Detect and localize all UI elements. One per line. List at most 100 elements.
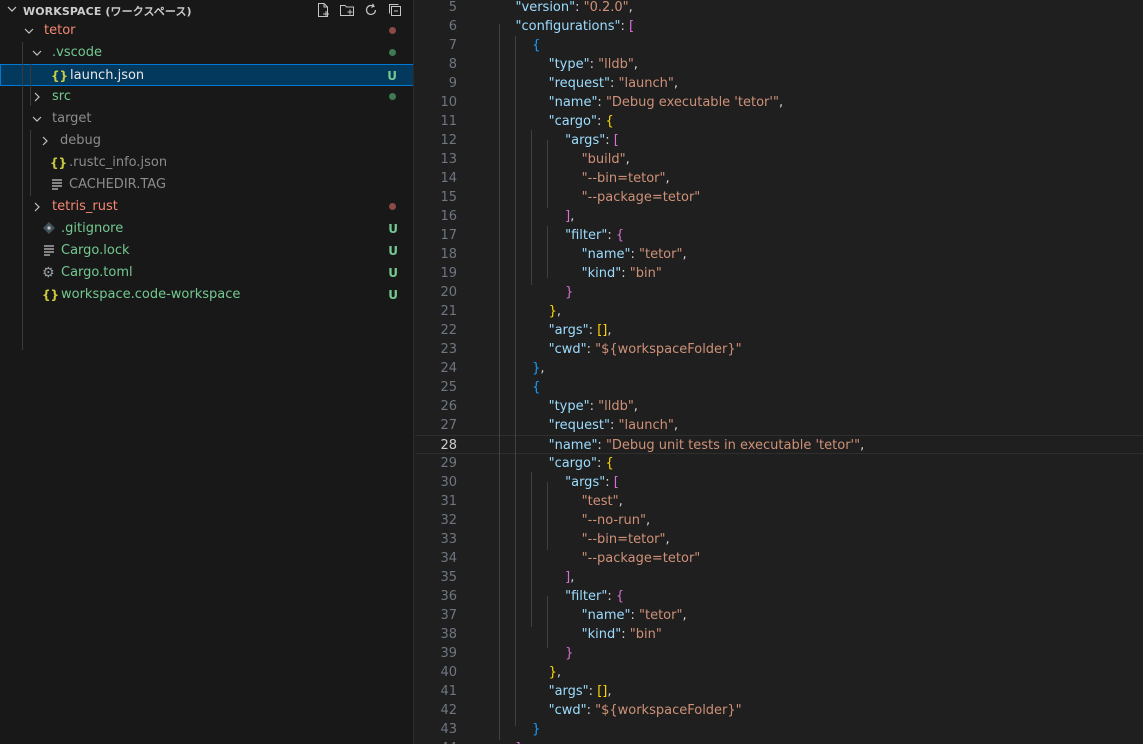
code-text: }, — [532, 361, 545, 376]
tree-item-label: tetor — [44, 23, 76, 38]
code-text: "--no-run", — [581, 513, 651, 528]
chevron-down-icon[interactable] — [6, 3, 18, 19]
code-line[interactable]: 6 "configurations": [ — [415, 17, 1143, 36]
folder-item[interactable]: target — [0, 108, 413, 130]
code-line[interactable]: 36 "filter": { — [415, 587, 1143, 606]
code-line[interactable]: 20 } — [415, 283, 1143, 302]
code-editor[interactable]: 5 "version": "0.2.0", 6 "configurations":… — [415, 0, 1143, 744]
tree-item-label: src — [52, 89, 71, 104]
collapse-all-icon[interactable] — [386, 1, 404, 19]
indent-guide — [531, 472, 532, 627]
new-folder-icon[interactable] — [338, 1, 356, 19]
explorer-header[interactable]: WORKSPACE (ワークスペース) — [0, 0, 413, 20]
folder-item[interactable]: debug — [0, 130, 413, 152]
code-line[interactable]: 14 "--bin=tetor", — [415, 169, 1143, 188]
folder-item[interactable]: src — [0, 86, 413, 108]
code-line[interactable]: 19 "kind": "bin" — [415, 264, 1143, 283]
code-line[interactable]: 26 "type": "lldb", — [415, 397, 1143, 416]
code-line[interactable]: 17 "filter": { — [415, 226, 1143, 245]
file-item[interactable]: Cargo.lock U — [0, 240, 413, 262]
chevron-right-icon[interactable] — [30, 200, 44, 214]
code-line[interactable]: 38 "kind": "bin" — [415, 625, 1143, 644]
git-file-icon — [42, 221, 56, 237]
line-number: 16 — [440, 209, 457, 224]
new-file-icon[interactable] — [314, 1, 332, 19]
file-item[interactable]: {} launch.json U — [0, 64, 413, 86]
code-line[interactable]: 15 "--package=tetor" — [415, 188, 1143, 207]
chevron-down-icon[interactable] — [22, 24, 36, 38]
code-text: "--bin=tetor", — [581, 532, 670, 547]
chevron-right-icon[interactable] — [38, 134, 52, 148]
code-line[interactable]: 22 "args": [], — [415, 321, 1143, 340]
line-number: 21 — [440, 304, 457, 319]
code-text: "build", — [581, 152, 630, 167]
code-line[interactable]: 27 "request": "launch", — [415, 416, 1143, 435]
code-line[interactable]: 31 "test", — [415, 492, 1143, 511]
code-line[interactable]: 42 "cwd": "${workspaceFolder}" — [415, 701, 1143, 720]
file-item[interactable]: CACHEDIR.TAG — [0, 174, 413, 196]
code-line[interactable]: 12 "args": [ — [415, 131, 1143, 150]
explorer-actions — [314, 1, 404, 19]
code-line[interactable]: 5 "version": "0.2.0", — [415, 0, 1143, 17]
code-line[interactable]: 43 } — [415, 720, 1143, 739]
code-line[interactable]: 30 "args": [ — [415, 473, 1143, 492]
code-line[interactable]: 33 "--bin=tetor", — [415, 530, 1143, 549]
code-text: } — [532, 722, 541, 737]
code-line[interactable]: 37 "name": "tetor", — [415, 606, 1143, 625]
folder-item[interactable]: tetris_rust — [0, 196, 413, 218]
file-item[interactable]: .gitignore U — [0, 218, 413, 240]
code-line[interactable]: 41 "args": [], — [415, 682, 1143, 701]
folder-item[interactable]: tetor — [0, 20, 413, 42]
code-text: "cargo": { — [548, 456, 614, 471]
code-line[interactable]: 39 } — [415, 644, 1143, 663]
gear-icon: ⚙ — [42, 265, 55, 281]
code-line[interactable]: 11 "cargo": { — [415, 112, 1143, 131]
file-item[interactable]: {} workspace.code-workspace U — [0, 284, 413, 306]
code-line[interactable]: 16 ], — [415, 207, 1143, 226]
tree-item-label: CACHEDIR.TAG — [69, 177, 167, 192]
json-file-icon: {} — [42, 288, 60, 302]
code-line[interactable]: 23 "cwd": "${workspaceFolder}" — [415, 340, 1143, 359]
line-number: 18 — [440, 247, 457, 262]
indent-guide — [515, 36, 516, 378]
code-text: "--package=tetor" — [581, 551, 701, 566]
chevron-right-icon[interactable] — [30, 90, 44, 104]
code-text: { — [532, 380, 541, 395]
code-line[interactable]: 10 "name": "Debug executable 'tetor'", — [415, 93, 1143, 112]
code-line[interactable]: 35 ], — [415, 568, 1143, 587]
refresh-icon[interactable] — [362, 1, 380, 19]
code-line[interactable]: 25 { — [415, 378, 1143, 397]
file-item[interactable]: {} .rustc_info.json — [0, 152, 413, 174]
line-number: 11 — [440, 114, 457, 129]
code-line[interactable]: 28 "name": "Debug unit tests in executab… — [415, 435, 1143, 454]
chevron-down-icon[interactable] — [30, 112, 44, 126]
git-status-badge: U — [388, 222, 398, 236]
code-text: ], — [565, 209, 575, 224]
code-line[interactable]: 13 "build", — [415, 150, 1143, 169]
code-line[interactable]: 21 }, — [415, 302, 1143, 321]
code-line[interactable]: 9 "request": "launch", — [415, 74, 1143, 93]
code-line[interactable]: 24 }, — [415, 359, 1143, 378]
code-line[interactable]: 44 ] — [415, 739, 1143, 744]
folder-item[interactable]: .vscode — [0, 42, 413, 64]
code-text: "cwd": "${workspaceFolder}" — [548, 703, 742, 718]
file-item[interactable]: ⚙ Cargo.toml U — [0, 262, 413, 284]
json-file-icon: {} — [51, 69, 69, 83]
code-text: "args": [ — [565, 133, 619, 148]
line-number: 22 — [440, 323, 457, 338]
code-text: "kind": "bin" — [581, 266, 662, 281]
code-text: "kind": "bin" — [581, 627, 662, 642]
code-line[interactable]: 34 "--package=tetor" — [415, 549, 1143, 568]
code-line[interactable]: 29 "cargo": { — [415, 454, 1143, 473]
code-line[interactable]: 40 }, — [415, 663, 1143, 682]
line-number: 23 — [440, 342, 457, 357]
code-text: "filter": { — [565, 228, 625, 243]
git-status-badge: U — [387, 69, 397, 83]
tree-item-label: launch.json — [70, 68, 145, 83]
line-number: 29 — [440, 456, 457, 471]
code-line[interactable]: 18 "name": "tetor", — [415, 245, 1143, 264]
code-line[interactable]: 7 { — [415, 36, 1143, 55]
code-line[interactable]: 32 "--no-run", — [415, 511, 1143, 530]
code-line[interactable]: 8 "type": "lldb", — [415, 55, 1143, 74]
chevron-down-icon[interactable] — [30, 46, 44, 60]
